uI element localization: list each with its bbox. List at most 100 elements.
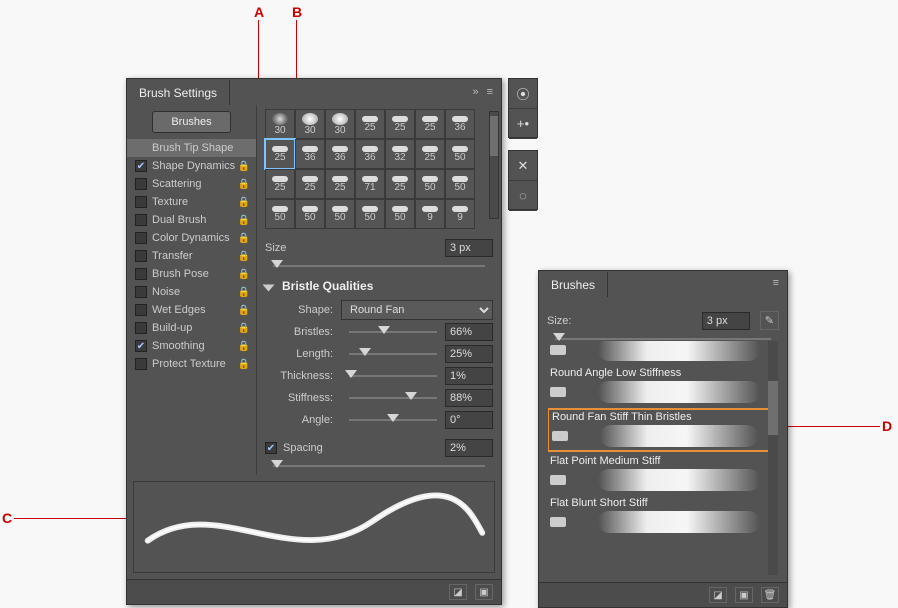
lock-icon[interactable]: 🔒 — [238, 179, 250, 190]
brush-thumb[interactable]: 25 — [355, 109, 385, 139]
option-build-up[interactable]: Build-up🔒 — [127, 319, 256, 337]
option-checkbox[interactable] — [135, 304, 147, 316]
bristle-value[interactable] — [445, 367, 493, 385]
lock-icon[interactable]: 🔒 — [238, 233, 250, 244]
lock-icon[interactable]: 🔒 — [238, 269, 250, 280]
tab-brush-settings[interactable]: Brush Settings — [127, 80, 230, 105]
brush-thumb[interactable]: 30 — [295, 109, 325, 139]
brush-thumb[interactable]: 50 — [385, 199, 415, 229]
brush-thumb[interactable]: 30 — [325, 109, 355, 139]
brush-thumb[interactable]: 25 — [385, 169, 415, 199]
lock-icon[interactable]: 🔒 — [238, 305, 250, 316]
bristle-value[interactable] — [445, 323, 493, 341]
brush-thumb[interactable]: 36 — [355, 139, 385, 169]
brushes-button[interactable]: Brushes — [152, 111, 230, 133]
spacing-input[interactable] — [445, 439, 493, 457]
lock-icon[interactable]: 🔒 — [238, 287, 250, 298]
brush-thumb[interactable]: 71 — [355, 169, 385, 199]
toggle-preview-icon[interactable]: ◪ — [709, 587, 727, 603]
brush-thumb[interactable]: 36 — [295, 139, 325, 169]
brush-thumb[interactable]: 50 — [355, 199, 385, 229]
option-shape-dynamics[interactable]: ✔Shape Dynamics🔒 — [127, 157, 256, 175]
brush-thumb[interactable]: 36 — [325, 139, 355, 169]
brush-thumb[interactable]: 50 — [445, 169, 475, 199]
option-checkbox[interactable] — [135, 250, 147, 262]
new-brush-icon[interactable]: ▣ — [735, 587, 753, 603]
lock-icon[interactable]: 🔒 — [238, 161, 250, 172]
brush-list-item[interactable]: Round Fan Stiff Thin Bristles — [548, 409, 778, 451]
bristle-slider[interactable] — [349, 353, 437, 355]
bristle-value[interactable] — [445, 345, 493, 363]
option-transfer[interactable]: Transfer🔒 — [127, 247, 256, 265]
option-dual-brush[interactable]: Dual Brush🔒 — [127, 211, 256, 229]
add-swatch-icon[interactable]: +• — [509, 109, 537, 139]
brush-thumb[interactable]: 25 — [325, 169, 355, 199]
brush-list-item[interactable]: Round Angle Low Stiffness — [548, 367, 778, 405]
shape-select[interactable]: Round Fan — [341, 300, 493, 320]
new-preset-icon[interactable]: ◪ — [449, 584, 467, 600]
cloud-sync-icon[interactable]: ◌ — [509, 181, 537, 211]
option-checkbox[interactable]: ✔ — [135, 160, 147, 172]
size-input[interactable] — [445, 239, 493, 257]
option-checkbox[interactable] — [135, 322, 147, 334]
brush-list-scrollbar[interactable] — [768, 341, 778, 575]
bristle-slider[interactable] — [349, 331, 437, 333]
brush-thumb[interactable]: 50 — [445, 139, 475, 169]
lock-icon[interactable]: 🔒 — [238, 251, 250, 262]
lock-icon[interactable]: 🔒 — [238, 215, 250, 226]
flyout-menu-icon[interactable]: ≡ — [487, 86, 493, 98]
option-color-dynamics[interactable]: Color Dynamics🔒 — [127, 229, 256, 247]
brush-thumb[interactable]: 9 — [445, 199, 475, 229]
brush-preset-list[interactable]: Round Curve Low Bristle PercentRound Ang… — [547, 340, 779, 576]
brush-thumb[interactable]: 25 — [415, 109, 445, 139]
spacing-checkbox[interactable]: ✔ — [265, 442, 277, 454]
option-scattering[interactable]: Scattering🔒 — [127, 175, 256, 193]
bristle-slider[interactable] — [349, 397, 437, 399]
spacing-slider[interactable] — [273, 465, 485, 467]
brush-thumb[interactable]: 50 — [325, 199, 355, 229]
brush-thumb[interactable]: 9 — [415, 199, 445, 229]
lock-icon[interactable]: 🔒 — [238, 197, 250, 208]
live-tip-preview-icon[interactable]: ✎ — [760, 311, 779, 330]
brush-thumb[interactable]: 50 — [415, 169, 445, 199]
brush-thumb[interactable]: 25 — [295, 169, 325, 199]
crossed-tools-icon[interactable]: ✕ — [509, 151, 537, 181]
option-checkbox[interactable]: ✔ — [135, 340, 147, 352]
grid-scrollbar[interactable] — [489, 111, 499, 219]
lock-icon[interactable]: 🔒 — [238, 341, 250, 352]
brush-thumb[interactable]: 32 — [385, 139, 415, 169]
option-protect-texture[interactable]: Protect Texture🔒 — [127, 355, 256, 373]
brush-preset-icon[interactable]: ⦿ — [509, 79, 537, 109]
option-checkbox[interactable] — [135, 358, 147, 370]
size-slider[interactable] — [273, 265, 485, 267]
brush-list-item[interactable]: Flat Point Medium Stiff — [548, 455, 778, 493]
brushes-size-input[interactable] — [702, 312, 750, 330]
option-checkbox[interactable] — [135, 178, 147, 190]
option-brush-pose[interactable]: Brush Pose🔒 — [127, 265, 256, 283]
lock-icon[interactable]: 🔒 — [238, 359, 250, 370]
tab-brushes[interactable]: Brushes — [539, 272, 608, 297]
option-checkbox[interactable] — [135, 268, 147, 280]
option-checkbox[interactable] — [135, 196, 147, 208]
option-brush-tip-shape[interactable]: Brush Tip Shape — [127, 139, 256, 157]
option-checkbox[interactable] — [135, 286, 147, 298]
disclosure-icon[interactable] — [263, 285, 275, 292]
bristle-value[interactable] — [445, 411, 493, 429]
option-checkbox[interactable] — [135, 232, 147, 244]
option-wet-edges[interactable]: Wet Edges🔒 — [127, 301, 256, 319]
brush-thumb[interactable]: 25 — [265, 169, 295, 199]
option-smoothing[interactable]: ✔Smoothing🔒 — [127, 337, 256, 355]
bristle-slider[interactable] — [349, 375, 437, 377]
lock-icon[interactable]: 🔒 — [238, 323, 250, 334]
brush-thumb[interactable]: 25 — [415, 139, 445, 169]
brush-tip-grid[interactable]: 3030302525253625363636322550252525712550… — [265, 109, 493, 229]
option-checkbox[interactable] — [135, 214, 147, 226]
collapse-icon[interactable]: » — [472, 86, 478, 98]
option-noise[interactable]: Noise🔒 — [127, 283, 256, 301]
create-brush-icon[interactable]: ▣ — [475, 584, 493, 600]
brush-thumb[interactable]: 25 — [265, 139, 295, 169]
option-texture[interactable]: Texture🔒 — [127, 193, 256, 211]
flyout-menu-icon[interactable]: ≡ — [773, 277, 779, 289]
brush-thumb[interactable]: 30 — [265, 109, 295, 139]
delete-brush-icon[interactable]: 🗑 — [761, 587, 779, 603]
